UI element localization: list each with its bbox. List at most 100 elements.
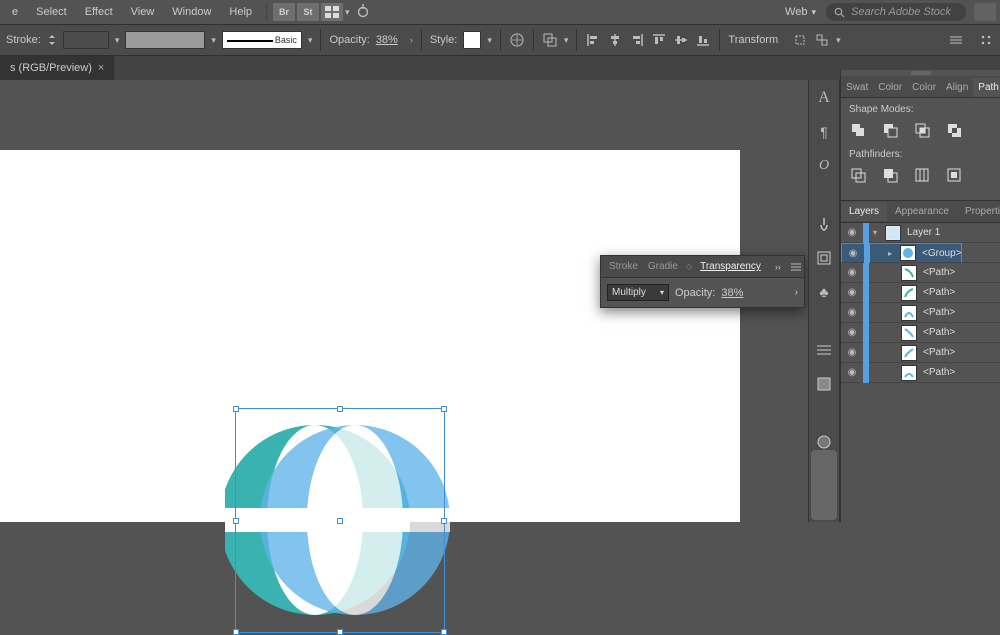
disclosure-icon[interactable]: ▾ — [869, 228, 881, 237]
merge-icon[interactable] — [913, 166, 931, 184]
menu-item-view[interactable]: View — [123, 2, 163, 22]
handle-top-right[interactable] — [441, 406, 447, 412]
disclosure-icon[interactable]: ▸ — [884, 249, 896, 258]
visibility-icon[interactable]: ◉ — [841, 367, 863, 378]
transform-label[interactable]: Transform — [728, 34, 778, 46]
tab-properties[interactable]: Properti — [957, 202, 1000, 221]
workspace-switcher[interactable]: Web▾ — [777, 2, 824, 22]
exclude-icon[interactable] — [945, 121, 963, 139]
close-icon[interactable]: × — [98, 62, 104, 74]
document-tab[interactable]: s (RGB/Preview) × — [0, 56, 114, 80]
variable-width-profile[interactable] — [125, 31, 205, 49]
handle-bottom-left[interactable] — [233, 629, 239, 635]
four-dots-icon[interactable] — [978, 32, 994, 48]
type-panel-icon[interactable]: A — [814, 88, 834, 108]
divide-icon[interactable] — [849, 166, 867, 184]
layer-row-path[interactable]: ◉ <Path> — [841, 323, 1000, 343]
brush-definition[interactable]: Basic — [222, 31, 302, 49]
visibility-icon[interactable]: ◉ — [841, 327, 863, 338]
paragraph-panel-icon[interactable]: ¶ — [814, 122, 834, 142]
bridge-icon[interactable]: Br — [273, 3, 295, 21]
intersect-icon[interactable] — [913, 121, 931, 139]
float-tab-stroke[interactable]: Stroke — [607, 261, 640, 272]
visibility-icon[interactable]: ◉ — [841, 227, 863, 238]
unite-icon[interactable] — [849, 121, 867, 139]
align-vcenter-icon[interactable] — [673, 32, 689, 48]
align-left-icon[interactable] — [585, 32, 601, 48]
stock-icon[interactable]: St — [297, 3, 319, 21]
visibility-icon[interactable]: ◉ — [842, 248, 864, 259]
document-setup-icon[interactable] — [509, 32, 525, 48]
artboards-panel-icon[interactable] — [814, 374, 834, 394]
layer-row-path[interactable]: ◉ <Path> — [841, 363, 1000, 383]
float-expand-icon[interactable]: ›› — [775, 262, 781, 272]
stroke-weight-arrow[interactable] — [115, 34, 120, 46]
tab-swatches[interactable]: Swat — [841, 78, 873, 97]
lines-panel-icon[interactable] — [814, 340, 834, 360]
style-swatch[interactable] — [463, 31, 481, 49]
transform-exp-icon[interactable] — [792, 32, 808, 48]
handle-right[interactable] — [441, 518, 447, 524]
menu-item-first[interactable]: e — [4, 2, 26, 22]
float-opacity-value[interactable]: 38% — [721, 287, 743, 299]
crop-icon[interactable] — [945, 166, 963, 184]
search-stock-input[interactable]: Search Adobe Stock — [826, 3, 966, 21]
isolate-group-icon[interactable] — [542, 32, 558, 48]
gpu-icon[interactable] — [352, 3, 374, 21]
swatches-panel-icon[interactable]: ♣ — [814, 282, 834, 302]
arrange-documents-icon[interactable] — [321, 3, 343, 21]
handle-center[interactable] — [337, 518, 343, 524]
handle-bottom-right[interactable] — [441, 629, 447, 635]
tab-pathfinder[interactable]: Path — [973, 78, 1000, 97]
align-hcenter-icon[interactable] — [607, 32, 623, 48]
stroke-weight-dropdown[interactable] — [63, 31, 109, 49]
layer-row-path[interactable]: ◉ <Path> — [841, 343, 1000, 363]
dock-scrollbar[interactable] — [811, 450, 837, 520]
layer-row-path[interactable]: ◉ <Path> — [841, 283, 1000, 303]
menu-item-help[interactable]: Help — [221, 2, 260, 22]
transform-each-icon[interactable] — [814, 32, 830, 48]
visibility-icon[interactable]: ◉ — [841, 347, 863, 358]
tab-color[interactable]: Color — [873, 78, 907, 97]
handle-top-left[interactable] — [233, 406, 239, 412]
tab-color-guide[interactable]: Color — [907, 78, 941, 97]
tab-layers[interactable]: Layers — [841, 202, 887, 221]
float-tab-transparency[interactable]: Transparency — [698, 261, 763, 272]
layer-row-path[interactable]: ◉ <Path> — [841, 263, 1000, 283]
corner-icon[interactable] — [974, 3, 996, 21]
opacity-more-icon[interactable]: › — [410, 35, 413, 45]
style-arrow[interactable] — [487, 34, 492, 46]
stroke-weight-field[interactable] — [47, 33, 57, 47]
transparency-panel[interactable]: Stroke Gradie ◇ Transparency ›› Multiply… — [600, 255, 805, 308]
vw-arrow[interactable] — [211, 34, 216, 46]
brushes-panel-icon[interactable] — [814, 214, 834, 234]
trim-icon[interactable] — [881, 166, 899, 184]
float-menu-icon[interactable] — [791, 263, 801, 271]
selection-bounding-box[interactable] — [235, 408, 445, 633]
visibility-icon[interactable]: ◉ — [841, 307, 863, 318]
glyph-panel-icon[interactable]: O — [814, 156, 834, 176]
tab-align[interactable]: Align — [941, 78, 973, 97]
visibility-icon[interactable]: ◉ — [841, 267, 863, 278]
artboard[interactable] — [0, 150, 740, 522]
menu-item-select[interactable]: Select — [28, 2, 75, 22]
menu-item-effect[interactable]: Effect — [77, 2, 121, 22]
float-tab-gradient[interactable]: Gradie — [646, 261, 680, 272]
align-top-icon[interactable] — [651, 32, 667, 48]
opacity-value[interactable]: 38% — [376, 34, 398, 46]
handle-left[interactable] — [233, 518, 239, 524]
transform-arrow[interactable] — [836, 34, 841, 46]
align-bottom-icon[interactable] — [695, 32, 711, 48]
menu-item-window[interactable]: Window — [164, 2, 219, 22]
brush-arrow[interactable] — [308, 34, 313, 46]
isolate-arrow[interactable] — [564, 34, 569, 46]
panel-menu-icon[interactable] — [948, 32, 964, 48]
symbols-panel-icon[interactable] — [814, 248, 834, 268]
layer-row-path[interactable]: ◉ <Path> — [841, 303, 1000, 323]
appearance-panel-icon[interactable] — [814, 432, 834, 452]
tab-appearance[interactable]: Appearance — [887, 202, 957, 221]
handle-bottom[interactable] — [337, 629, 343, 635]
layer-row-layer1[interactable]: ◉ ▾ Layer 1 — [841, 223, 1000, 243]
float-arrow-icon[interactable]: › — [795, 287, 798, 298]
visibility-icon[interactable]: ◉ — [841, 287, 863, 298]
